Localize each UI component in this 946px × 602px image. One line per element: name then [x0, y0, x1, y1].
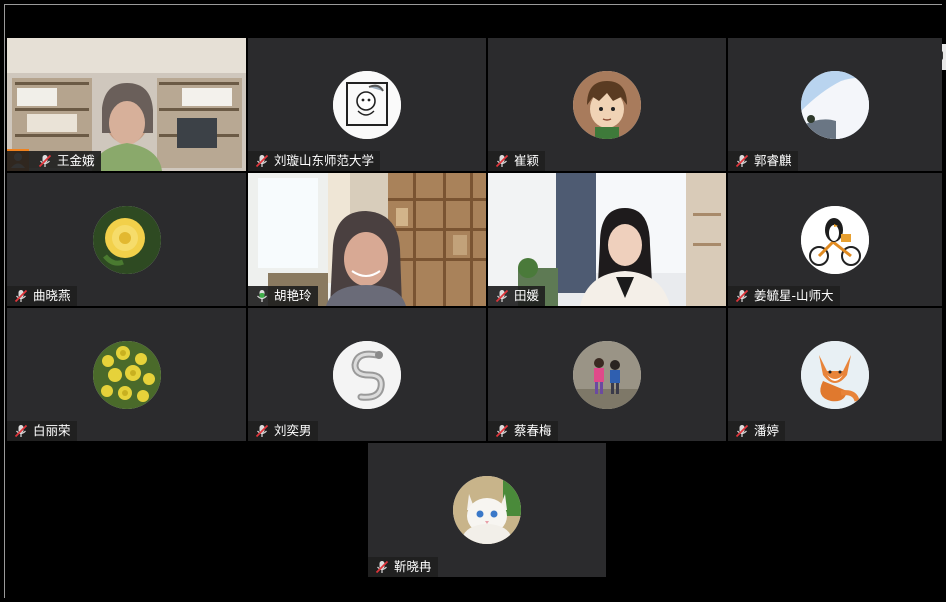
participant-nameplate: 刘奕男 [248, 421, 318, 441]
mic-muted-icon [735, 289, 749, 303]
participant-name: 田媛 [514, 288, 540, 303]
participant-nameplate: 靳晓冉 [368, 557, 438, 577]
participant-name: 刘奕男 [274, 423, 312, 438]
participant-tile-4[interactable]: 郭睿麒 [728, 38, 942, 171]
participant-tile-6-active-speaker[interactable]: 胡艳玲 [248, 173, 486, 306]
bird-cartoon-icon [333, 70, 401, 139]
participant-tile-5[interactable]: 曲晓燕 [7, 173, 246, 306]
meeting-top-bar [6, 6, 940, 36]
participant-nameplate: 白丽荣 [7, 421, 77, 441]
participant-nameplate: 田媛 [488, 286, 546, 306]
participant-tile-3[interactable]: 崔颖 [488, 38, 726, 171]
participant-nameplate: 王金娥 [7, 151, 101, 171]
participant-name: 姜毓星-山师大 [754, 288, 834, 303]
participant-nameplate: 潘婷 [728, 421, 786, 441]
anime-boy-icon [573, 70, 641, 139]
participant-name: 刘璇山东师范大学 [274, 153, 375, 168]
participant-nameplate: 郭睿麒 [728, 151, 798, 171]
mic-speaking-icon [255, 289, 269, 303]
participant-nameplate: 姜毓星-山师大 [728, 286, 840, 306]
participant-tile-11[interactable]: 蔡春梅 [488, 308, 726, 441]
mic-muted-icon [495, 424, 509, 438]
mic-muted-icon [735, 154, 749, 168]
participant-name: 郭睿麒 [754, 153, 792, 168]
mic-muted-icon [38, 154, 52, 168]
participant-tile-9[interactable]: 白丽荣 [7, 308, 246, 441]
white-cat-icon [453, 476, 521, 544]
children-playing-icon [573, 340, 641, 409]
mic-muted-icon [255, 424, 269, 438]
mic-muted-icon [495, 289, 509, 303]
participant-nameplate: 崔颖 [488, 151, 546, 171]
participant-name: 崔颖 [514, 153, 540, 168]
participant-name: 曲晓燕 [33, 288, 71, 303]
participant-tile-10[interactable]: 刘奕男 [248, 308, 486, 441]
silver-snake-icon [333, 340, 401, 409]
yellow-flowers-icon [92, 340, 161, 409]
participant-name: 潘婷 [754, 423, 780, 438]
participant-name: 王金娥 [57, 153, 95, 168]
mic-muted-icon [14, 289, 28, 303]
participant-name: 蔡春梅 [514, 423, 552, 438]
participant-name: 胡艳玲 [274, 288, 312, 303]
participant-tile-2[interactable]: 刘璇山东师范大学 [248, 38, 486, 171]
mic-muted-icon [14, 424, 28, 438]
yellow-rose-icon [92, 205, 161, 274]
participant-name: 靳晓冉 [394, 559, 432, 574]
fox-painting-icon [801, 340, 869, 409]
participant-name: 白丽荣 [33, 423, 71, 438]
participant-nameplate: 曲晓燕 [7, 286, 77, 306]
snowy-mountain-icon [801, 70, 869, 139]
participant-tile-8[interactable]: 姜毓星-山师大 [728, 173, 942, 306]
penguin-bicycle-icon [801, 205, 869, 274]
participant-tile-7[interactable]: 田媛 [488, 173, 726, 306]
mic-muted-icon [735, 424, 749, 438]
participant-tile-1[interactable]: 王金娥 [7, 38, 246, 171]
participant-nameplate: 蔡春梅 [488, 421, 558, 441]
participant-nameplate: 胡艳玲 [248, 286, 318, 306]
mic-muted-icon [375, 560, 389, 574]
participant-tile-12[interactable]: 潘婷 [728, 308, 942, 441]
participant-tile-13[interactable]: 靳晓冉 [368, 443, 606, 577]
participant-nameplate: 刘璇山东师范大学 [248, 151, 381, 171]
mic-muted-icon [495, 154, 509, 168]
mic-muted-icon [255, 154, 269, 168]
